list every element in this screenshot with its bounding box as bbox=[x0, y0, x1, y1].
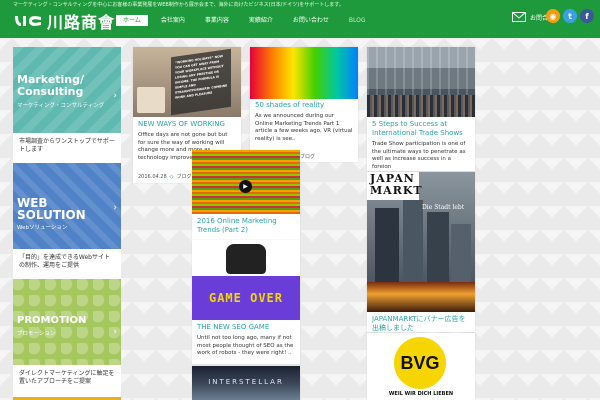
post-title[interactable]: 2016 Online Marketing Trends (Part 2) bbox=[192, 214, 300, 237]
post-date: 2016.04.28 bbox=[138, 173, 167, 180]
vr-headset-icon bbox=[226, 244, 266, 274]
rss-icon[interactable]: ◉ bbox=[546, 9, 560, 23]
post-card-trade[interactable]: 5 Steps to Success at International Trad… bbox=[367, 47, 475, 171]
tile-subtitle: Webソリューション bbox=[17, 225, 68, 231]
post-card-seo[interactable]: GAME OVER THE NEW SEO GAME Until not too… bbox=[192, 240, 300, 364]
logo-mark-icon bbox=[15, 16, 41, 26]
post-image-interstellar: INTERSTELLAR bbox=[192, 366, 300, 400]
post-excerpt: Until not too long ago, many if not most… bbox=[197, 335, 294, 356]
nav-works[interactable]: 実績紹介 bbox=[242, 15, 280, 26]
service-tile-web[interactable]: WEB SOLUTION Webソリューション › 「目的」を達成できるWebサ… bbox=[13, 163, 121, 281]
mail-icon bbox=[512, 12, 526, 22]
post-image-seo: GAME OVER bbox=[192, 240, 300, 320]
image-caption: “WORKING HOLIDAYS” NOW YOU CAN GET AWAY … bbox=[175, 54, 228, 100]
twitter-icon[interactable]: t bbox=[563, 9, 577, 23]
post-image-bvg: BVG WEIL WIR DICH LIEBEN bbox=[367, 333, 475, 400]
post-image-trade bbox=[367, 47, 475, 117]
tile-description: ダイレクトマーケティングに軸足を置いたアプローチをご提案 bbox=[13, 365, 121, 397]
post-title[interactable]: 50 shades of reality bbox=[250, 99, 358, 112]
nav-home[interactable]: ホーム bbox=[116, 15, 148, 26]
post-video-trends[interactable]: ▶ bbox=[192, 150, 300, 214]
main-nav: ホーム 会社案内 事業内容 実績紹介 お問い合わせ BLOG bbox=[116, 15, 379, 26]
tile-description: 市場調査からワンストップでサポートします bbox=[13, 133, 121, 165]
chevron-right-icon: › bbox=[113, 91, 117, 101]
post-card-japanmarkt[interactable]: JAPAN MARKT Die Stadt lebt JAPANMARKTにバナ… bbox=[367, 172, 475, 332]
post-excerpt: As we announced during our Online Market… bbox=[255, 113, 353, 142]
tag-icon: ◇ bbox=[169, 173, 174, 180]
post-excerpt: Trade Show participation is one of the u… bbox=[372, 141, 466, 168]
post-card-trends[interactable]: ▶ 2016 Online Marketing Trends (Part 2) bbox=[192, 150, 300, 240]
bvg-logo: BVG bbox=[400, 352, 440, 373]
logo-text: 川路商會 bbox=[47, 13, 116, 32]
post-card-reality[interactable]: 50 shades of reality As we announced dur… bbox=[250, 47, 358, 162]
banner-city: Die Stadt lebt bbox=[422, 204, 465, 211]
post-title[interactable]: THE NEW SEO GAME bbox=[192, 320, 300, 334]
post-image-japanmarkt: JAPAN MARKT Die Stadt lebt bbox=[367, 172, 475, 312]
post-tag[interactable]: ブログ bbox=[177, 173, 192, 180]
post-image-reality bbox=[250, 47, 358, 99]
nav-company[interactable]: 会社案内 bbox=[154, 15, 192, 26]
post-tag[interactable]: ブログ bbox=[300, 153, 315, 160]
service-tile-promotion[interactable]: PROMOTION プロモーション › ダイレクトマーケティングに軸足を置いたア… bbox=[13, 279, 121, 397]
post-title[interactable]: 5 Steps to Success at International Trad… bbox=[367, 117, 475, 140]
post-title[interactable]: JAPANMARKTにバナー広告を出稿しました bbox=[367, 312, 475, 335]
nav-business[interactable]: 事業内容 bbox=[198, 15, 236, 26]
play-icon[interactable]: ▶ bbox=[239, 180, 252, 193]
tile-subtitle: プロモーション bbox=[17, 331, 56, 337]
tile-title: WEB SOLUTION bbox=[17, 196, 86, 222]
post-image-working: “WORKING HOLIDAYS” NOW YOU CAN GET AWAY … bbox=[133, 47, 241, 117]
service-tile-marketing[interactable]: Marketing/ Consulting マーケティング・コンサルティング ›… bbox=[13, 47, 121, 165]
post-meta: ブログ bbox=[300, 153, 315, 160]
marketing-tile-image: Marketing/ Consulting マーケティング・コンサルティング › bbox=[13, 47, 121, 133]
post-title[interactable]: NEW WAYS OF WORKING bbox=[133, 117, 241, 131]
image-caption: GAME OVER bbox=[208, 291, 284, 305]
post-card-interstellar[interactable]: INTERSTELLAR bbox=[192, 366, 300, 400]
banner-line2: MARKT bbox=[370, 184, 423, 197]
post-card-bvg[interactable]: BVG WEIL WIR DICH LIEBEN bbox=[367, 333, 475, 400]
chevron-right-icon: › bbox=[113, 203, 117, 213]
chevron-right-icon: › bbox=[113, 327, 117, 337]
social-links: ◉ t f bbox=[546, 9, 594, 23]
web-tile-image: WEB SOLUTION Webソリューション › bbox=[13, 163, 121, 249]
post-meta: 2016.04.28 ◇ ブログ bbox=[138, 173, 192, 181]
site-header: マーケティング・コンサルティングを中心にお客様の事業発展をWEB制作から展示会ま… bbox=[0, 0, 600, 38]
nav-contact[interactable]: お問い合わせ bbox=[286, 15, 336, 26]
tile-title: Marketing/ Consulting bbox=[17, 73, 85, 98]
facebook-icon[interactable]: f bbox=[580, 9, 594, 23]
header-tagline: マーケティング・コンサルティングを中心にお客様の事業発展をWEB制作から展示会ま… bbox=[13, 2, 344, 8]
bvg-slogan: WEIL WIR DICH LIEBEN bbox=[388, 391, 454, 397]
nav-blog[interactable]: BLOG bbox=[342, 15, 373, 26]
image-caption: INTERSTELLAR bbox=[208, 378, 284, 386]
tile-subtitle: マーケティング・コンサルティング bbox=[17, 103, 105, 109]
site-logo[interactable]: 川路商會 bbox=[13, 10, 115, 32]
tile-description: 「目的」を達成できるWebサイトの制作、運用をご提供 bbox=[13, 249, 121, 281]
promotion-tile-image: PROMOTION プロモーション › bbox=[13, 279, 121, 365]
tile-title: PROMOTION bbox=[17, 315, 87, 326]
